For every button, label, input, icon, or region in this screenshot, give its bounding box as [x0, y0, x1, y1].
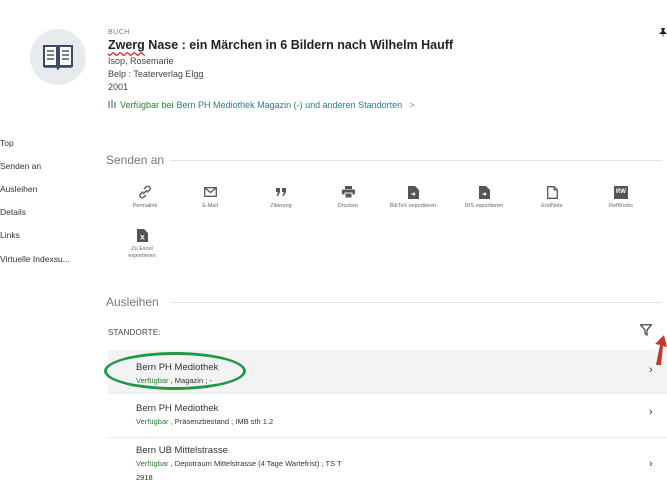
borrow-section-divider — [172, 302, 662, 303]
link-icon — [139, 183, 151, 201]
side-nav-item-senden-an[interactable]: Senden an — [0, 161, 41, 171]
side-nav-item-top[interactable]: Top — [0, 138, 14, 148]
excel-export-label: Zu Excel exportieren — [128, 246, 156, 259]
location-name: Bern PH Mediothek — [136, 403, 219, 414]
file-export-icon — [478, 183, 490, 201]
record-year: 2001 — [108, 82, 129, 92]
location-detail: , Präsenzbestand ; IMB sth 1.2 — [168, 417, 274, 426]
location-row[interactable]: Bern UB Mittelstrasse Verfügbar , Depotr… — [108, 438, 667, 493]
send-section-divider — [170, 160, 662, 161]
highlight-oval — [104, 352, 246, 390]
excel-icon: X — [136, 226, 148, 244]
record-page: BUCH Zwerg Nase : ein Märchen in 6 Bilde… — [0, 0, 667, 493]
permalink-label: Permalink — [132, 203, 158, 209]
book-icon — [30, 29, 86, 85]
refworks-badge: RW — [614, 185, 628, 199]
email-button[interactable]: E-Mail — [180, 183, 240, 210]
refworks-label: RefWorks — [608, 203, 634, 209]
availability-line[interactable]: Verfügbar bei Bern PH Mediothek Magazin … — [108, 100, 414, 110]
print-button[interactable]: Drucken — [318, 183, 378, 210]
record-publisher: Belp : Teaterverlag Elgg — [108, 69, 204, 79]
record-title-marked-word: Zwerg — [108, 38, 145, 52]
filter-icon[interactable] — [639, 323, 653, 341]
location-availability: Verfügbar — [136, 459, 169, 468]
record-author[interactable]: Isop, Rosemarie — [108, 56, 174, 66]
location-detail: , Depotraum Mittelstrasse (4 Tage Wartef… — [168, 459, 342, 468]
print-label: Drucken — [337, 203, 359, 209]
availability-status: Verfügbar bei — [120, 100, 174, 110]
printer-icon — [341, 183, 355, 201]
record-title-rest: Nase : ein Märchen in 6 Bildern nach Wil… — [144, 38, 454, 52]
excel-badge: X — [140, 234, 145, 241]
quote-icon — [276, 183, 286, 201]
side-nav-item-details[interactable]: Details — [0, 207, 26, 217]
availability-icon — [108, 100, 117, 110]
location-availability: Verfügbar — [136, 417, 169, 426]
refworks-icon: RW — [614, 183, 628, 201]
borrow-section-title: Ausleihen — [106, 295, 159, 309]
record-title[interactable]: Zwerg Nase : ein Märchen in 6 Bildern na… — [108, 38, 453, 52]
standorte-label: STANDORTE: — [108, 328, 161, 337]
availability-chevron: > — [409, 100, 415, 110]
location-row[interactable]: Bern PH Mediothek Verfügbar , Präsenzbes… — [108, 394, 667, 437]
file-export-icon — [407, 183, 419, 201]
chevron-right-icon: › — [649, 406, 653, 418]
bibtex-export-button[interactable]: BibTeX exportieren — [383, 183, 443, 210]
side-nav-item-virtual-index[interactable]: Virtuelle Indexsu... — [0, 254, 70, 264]
endnote-button[interactable]: EndNote — [522, 183, 582, 210]
location-status: Verfügbar , Depotraum Mittelstrasse (4 T… — [136, 459, 342, 468]
bibtex-export-label: BibTeX exportieren — [389, 203, 437, 209]
endnote-label: EndNote — [541, 203, 563, 209]
red-arrow-annotation — [652, 335, 667, 370]
side-nav-item-links[interactable]: Links — [0, 230, 20, 240]
document-icon — [546, 183, 558, 201]
record-type: BUCH — [108, 29, 130, 36]
send-section-title: Senden an — [106, 153, 165, 167]
email-label: E-Mail — [202, 203, 218, 209]
excel-export-button[interactable]: X Zu Excel exportieren — [112, 226, 172, 260]
refworks-button[interactable]: RW RefWorks — [591, 183, 651, 210]
location-status: Verfügbar , Präsenzbestand ; IMB sth 1.2 — [136, 417, 273, 426]
citation-label: Zitierung — [270, 203, 292, 209]
citation-button[interactable]: Zitierung — [251, 183, 311, 210]
chevron-right-icon: › — [649, 458, 653, 470]
side-nav-item-ausleihen[interactable]: Ausleihen — [0, 184, 37, 194]
permalink-button[interactable]: Permalink — [115, 183, 175, 210]
location-name: Bern UB Mittelstrasse — [136, 445, 228, 456]
envelope-icon — [203, 183, 217, 201]
ris-export-label: RIS exportieren — [464, 203, 504, 209]
availability-location: Bern PH Mediothek Magazin (-) und andere… — [176, 100, 403, 110]
ris-export-button[interactable]: RIS exportieren — [454, 183, 514, 210]
pin-icon[interactable] — [659, 28, 667, 41]
location-extra: 2918 — [136, 473, 153, 482]
